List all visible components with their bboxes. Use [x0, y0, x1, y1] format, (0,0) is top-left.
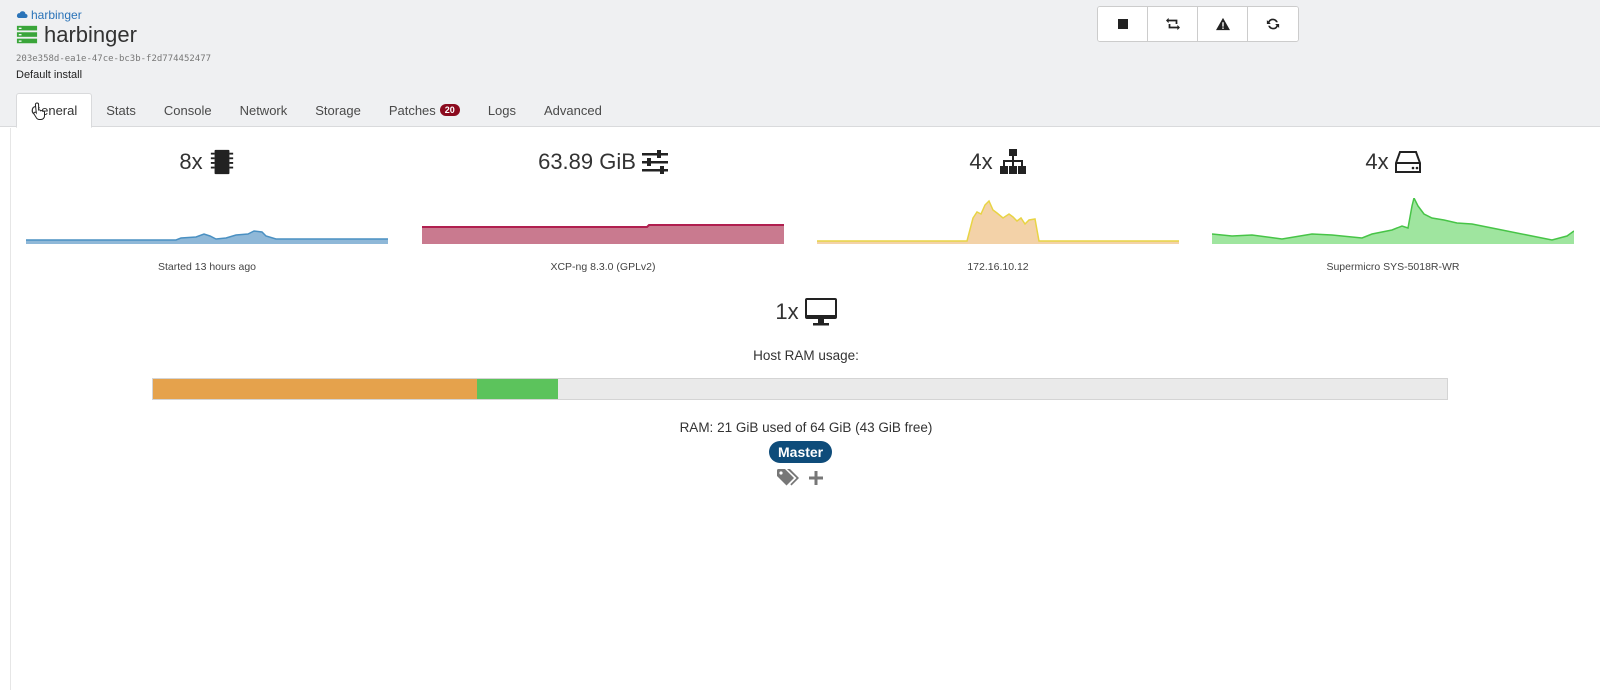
host-description[interactable]: Default install [16, 69, 82, 81]
host-hardware-caption: Supermicro SYS-5018R-WR [1326, 261, 1460, 273]
host-version-caption: XCP-ng 8.3.0 (GPLv2) [550, 261, 656, 273]
ram-usage-label: Host RAM usage: [753, 348, 859, 363]
tab-stats[interactable]: Stats [92, 93, 150, 127]
ram-used-segment[interactable] [153, 379, 477, 399]
storage-sparkline[interactable] [1212, 198, 1574, 244]
memory-sparkline[interactable] [422, 198, 784, 244]
uptime-caption: Started 13 hours ago [157, 261, 257, 273]
ram-usage-text: RAM: 21 GiB used of 64 GiB (43 GiB free) [679, 420, 933, 435]
cpu-chip-icon [210, 149, 233, 175]
hdd-icon [1394, 151, 1421, 173]
tags-row [777, 469, 823, 487]
ram-usage-bar [152, 378, 1448, 400]
tab-logs[interactable]: Logs [474, 93, 530, 127]
server-icon [16, 25, 38, 44]
sliders-icon [641, 150, 668, 174]
breadcrumb[interactable]: harbinger [16, 8, 82, 22]
refresh-icon [1266, 18, 1280, 30]
tab-network[interactable]: Network [226, 93, 302, 127]
storage-count: 4x [1365, 149, 1389, 174]
tab-console[interactable]: Console [150, 93, 226, 127]
page-title[interactable]: harbinger [44, 22, 137, 48]
host-actions [1097, 6, 1299, 42]
desktop-icon [804, 298, 837, 326]
network-sparkline[interactable] [817, 198, 1179, 244]
memory-total: 63.89 GiB [538, 149, 636, 174]
tab-patches-label: Patches [388, 102, 436, 118]
tab-patches[interactable]: Patches 20 [375, 93, 474, 127]
host-address-caption: 172.16.10.12 [967, 261, 1029, 273]
vm-count-value: 1x [775, 299, 799, 324]
cpu-sparkline[interactable] [26, 198, 388, 244]
tab-general[interactable]: General [16, 93, 93, 128]
mouse-cursor-icon [33, 102, 45, 120]
master-badge: Master [769, 441, 833, 463]
warning-icon [1215, 17, 1230, 31]
ram-other-segment[interactable] [476, 379, 559, 399]
tab-storage[interactable]: Storage [301, 93, 375, 127]
memory-stat: 63.89 GiB XCP-ng 8.3.0 (GPLv2) [422, 146, 784, 273]
maintenance-button[interactable] [1198, 7, 1248, 41]
network-count: 4x [969, 149, 993, 174]
page-header: harbinger harbinger 203e358d-ea1e-47ce-b… [0, 0, 1600, 128]
cpu-stat: 8x Started 13 hours ago [26, 146, 388, 273]
breadcrumb-pool-link[interactable]: harbinger [31, 8, 82, 22]
stop-icon [1117, 19, 1128, 29]
network-stat: 4x 172.16.10.12 [817, 146, 1179, 273]
general-panel: 8x Started 13 hours ago 63.89 GiB XCP-ng… [10, 128, 1600, 690]
vm-count[interactable]: 1x [11, 298, 1600, 326]
plus-icon[interactable] [809, 471, 823, 485]
cloud-icon [16, 11, 28, 18]
host-uuid: 203e358d-ea1e-47ce-bc3b-f2d774452477 [16, 54, 212, 64]
restart-toolstack-button[interactable] [1148, 7, 1198, 41]
stop-button[interactable] [1098, 7, 1148, 41]
reboot-button[interactable] [1248, 7, 1298, 41]
tab-advanced[interactable]: Advanced [530, 93, 616, 127]
retweet-icon [1165, 17, 1180, 31]
tags-icon [777, 469, 799, 486]
patches-count-badge: 20 [439, 104, 460, 116]
storage-stat: 4x Supermicro SYS-5018R-WR [1212, 146, 1574, 273]
cpu-count: 8x [179, 149, 203, 174]
sitemap-icon [999, 149, 1026, 174]
host-tabs: General Stats Console Network Storage Pa… [16, 93, 616, 128]
